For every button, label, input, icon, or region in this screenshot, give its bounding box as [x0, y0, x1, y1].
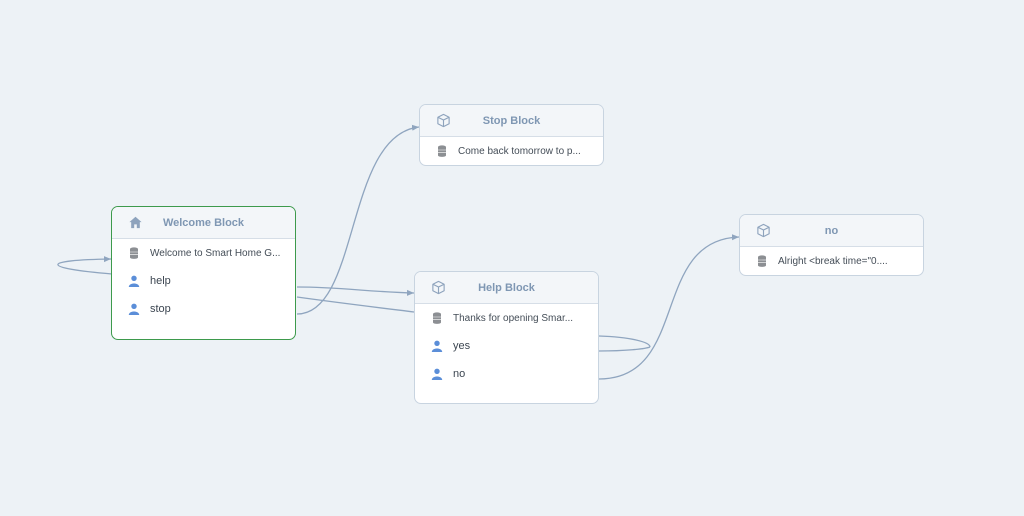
- flow-canvas[interactable]: Stop Block Come back tomorrow to p... We…: [0, 0, 1024, 516]
- connector-no-to-no-block: [598, 234, 740, 380]
- speech-icon: [130, 247, 138, 259]
- welcome-block[interactable]: Welcome Block Welcome to Smart Home G...…: [111, 206, 296, 340]
- connector-start-to-welcome: [57, 256, 113, 275]
- speech-row[interactable]: Thanks for opening Smar...: [415, 304, 598, 332]
- stop-block[interactable]: Stop Block Come back tomorrow to p...: [419, 104, 604, 166]
- connector-help-to-help-block: [296, 286, 415, 296]
- speech-icon: [438, 145, 446, 157]
- block-title: no: [824, 224, 839, 237]
- stop-block-header[interactable]: Stop Block: [420, 105, 603, 137]
- speech-row[interactable]: Alright <break time="0....: [740, 247, 923, 275]
- intent-row-yes[interactable]: yes: [415, 332, 598, 360]
- block-title: Welcome Block: [162, 216, 245, 229]
- cube-icon: [432, 280, 445, 295]
- intent-row-help[interactable]: help: [112, 267, 295, 295]
- speech-icon: [758, 255, 766, 267]
- connector-yes-to-no-block: [598, 335, 651, 348]
- connector-stop-to-stop-block: [296, 124, 420, 315]
- intent-row-no[interactable]: no: [415, 360, 598, 388]
- intent-label: stop: [150, 303, 171, 315]
- no-block-header[interactable]: no: [740, 215, 923, 247]
- home-icon: [129, 216, 142, 229]
- speech-text: Thanks for opening Smar...: [453, 312, 574, 324]
- speech-text: Come back tomorrow to p...: [458, 145, 581, 157]
- connector-welcome-to-help-block: [296, 296, 415, 313]
- user-icon: [128, 303, 140, 315]
- speech-text: Alright <break time="0....: [778, 255, 888, 267]
- intent-label: help: [150, 275, 171, 287]
- speech-icon: [433, 312, 441, 324]
- user-icon: [431, 340, 443, 352]
- help-block[interactable]: Help Block Thanks for opening Smar... ye…: [414, 271, 599, 404]
- intent-row-stop[interactable]: stop: [112, 295, 295, 323]
- user-icon: [128, 275, 140, 287]
- speech-row[interactable]: Welcome to Smart Home G...: [112, 239, 295, 267]
- intent-label: no: [453, 368, 466, 380]
- user-icon: [431, 368, 443, 380]
- block-title: Stop Block: [482, 114, 541, 127]
- cube-icon: [437, 113, 450, 128]
- no-block[interactable]: no Alright <break time="0....: [739, 214, 924, 276]
- help-block-header[interactable]: Help Block: [415, 272, 598, 304]
- speech-row[interactable]: Come back tomorrow to p...: [420, 137, 603, 165]
- connector-yes-return: [598, 346, 651, 352]
- speech-text: Welcome to Smart Home G...: [150, 247, 281, 259]
- intent-label: yes: [453, 340, 471, 352]
- welcome-block-header[interactable]: Welcome Block: [112, 207, 295, 239]
- cube-icon: [757, 223, 770, 238]
- block-title: Help Block: [478, 281, 535, 294]
